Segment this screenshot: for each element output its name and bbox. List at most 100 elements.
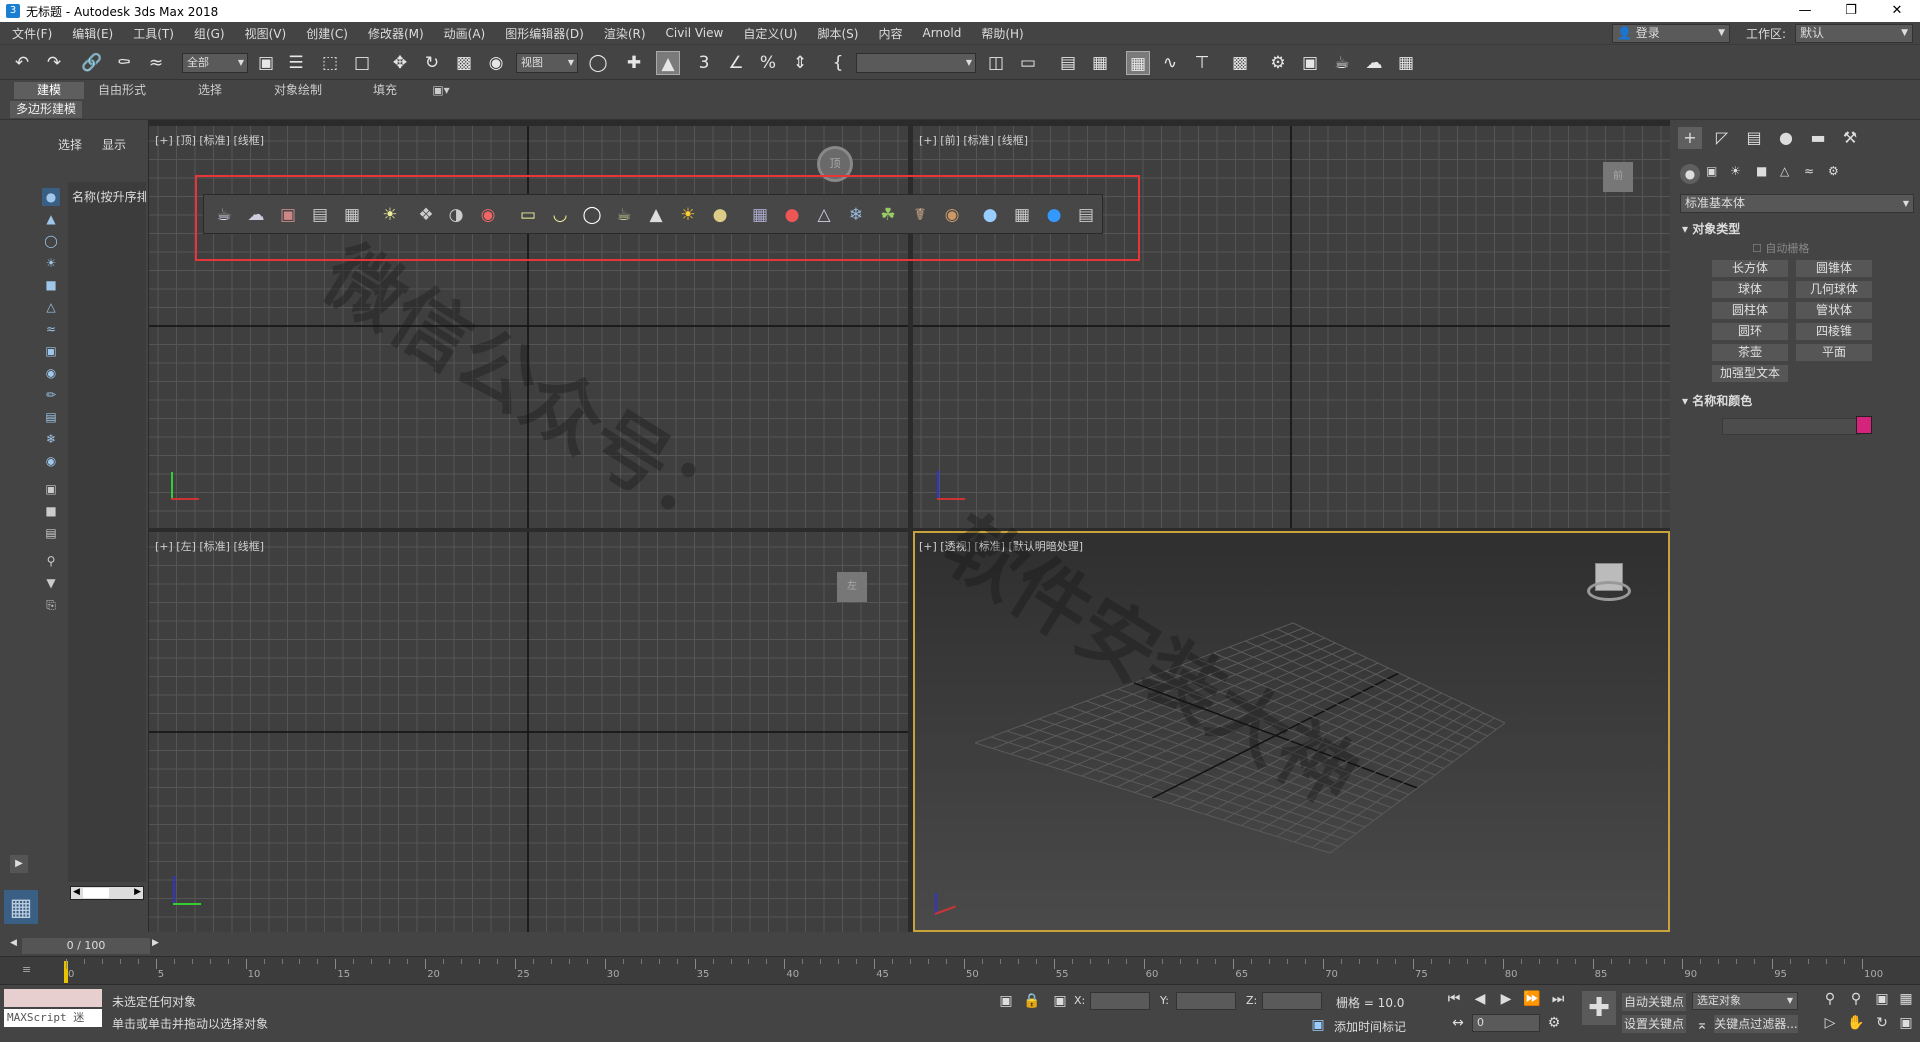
select-scale-icon[interactable]: ▩ bbox=[452, 51, 476, 75]
selection-filter-dropdown[interactable]: 全部 ▼ bbox=[182, 53, 248, 73]
utilities-tab-icon[interactable]: ⚒ bbox=[1838, 127, 1862, 149]
menu-item[interactable]: 动画(A) bbox=[434, 25, 496, 42]
ribbon-options-icon[interactable]: ▣▾ bbox=[426, 82, 456, 99]
render-production-icon[interactable]: ☕ bbox=[1330, 51, 1354, 75]
ref-coord-dropdown[interactable]: 视图 ▼ bbox=[516, 53, 578, 73]
undo-icon[interactable]: ↶ bbox=[10, 51, 34, 75]
display-groups-icon[interactable]: ▣ bbox=[42, 342, 60, 360]
scene-tab-display[interactable]: 显示 bbox=[102, 136, 126, 153]
render-setup-icon[interactable]: ⚙ bbox=[1266, 51, 1290, 75]
pyramid-button[interactable]: 四棱锥 bbox=[1796, 323, 1872, 340]
prev-frame-icon[interactable]: ◀ bbox=[1470, 989, 1490, 1009]
isolate-icon[interactable]: ▣ bbox=[996, 991, 1016, 1011]
time-next-icon[interactable]: ▶ bbox=[152, 938, 159, 948]
tab-populate[interactable]: 填充 bbox=[360, 82, 410, 99]
named-selection-dropdown[interactable]: ▼ bbox=[856, 53, 976, 73]
goto-end-icon[interactable]: ⏭ bbox=[1548, 989, 1568, 1009]
time-config-icon[interactable]: ⚙ bbox=[1544, 1013, 1564, 1033]
object-name-input[interactable] bbox=[1722, 418, 1860, 435]
pivot-center-icon[interactable]: ◯ bbox=[586, 51, 610, 75]
rollout-name-color[interactable]: ▾ 名称和颜色 bbox=[1682, 392, 1752, 409]
bind-space-warp-icon[interactable]: ≈ bbox=[144, 51, 168, 75]
display-shapes-icon[interactable]: ◯ bbox=[42, 232, 60, 250]
zoom-icon[interactable]: ⚲ bbox=[1820, 989, 1840, 1009]
time-prev-icon[interactable]: ◀ bbox=[10, 938, 17, 948]
menu-item[interactable]: 文件(F) bbox=[0, 25, 62, 42]
tab-modeling[interactable]: 建模 bbox=[14, 82, 84, 99]
manipulate-icon[interactable]: ✚ bbox=[622, 51, 646, 75]
edit-named-selection-icon[interactable]: { bbox=[826, 51, 850, 75]
z-coordinate-field[interactable] bbox=[1262, 992, 1322, 1010]
torus-button[interactable]: 圆环 bbox=[1712, 323, 1788, 340]
viewport-left[interactable]: [+] [左] [标准] [线框] 左 bbox=[149, 532, 908, 932]
select-all-icon[interactable]: ▣ bbox=[42, 480, 60, 498]
auto-key-button[interactable]: 自动关键点 bbox=[1622, 993, 1686, 1011]
sync-selection-icon[interactable]: ⚲ bbox=[42, 552, 60, 570]
field-of-view-icon[interactable]: ▷ bbox=[1820, 1013, 1840, 1033]
menu-item[interactable]: 渲染(R) bbox=[594, 25, 656, 42]
maximize-viewport-icon[interactable]: ▣ bbox=[1896, 1013, 1916, 1033]
viewcube-icon[interactable]: 前 bbox=[1603, 162, 1633, 192]
unlink-icon[interactable]: ⚰ bbox=[112, 51, 136, 75]
zoom-extents-icon[interactable]: ▣ bbox=[1872, 989, 1892, 1009]
spacewarps-icon[interactable]: ≈ bbox=[1804, 164, 1814, 178]
tab-freeform[interactable]: 自由形式 bbox=[86, 82, 158, 99]
minimize-icon[interactable]: — bbox=[1782, 0, 1828, 22]
tab-object-paint[interactable]: 对象绘制 bbox=[258, 82, 338, 99]
scene-explorer-icon[interactable]: ▤ bbox=[1056, 51, 1080, 75]
display-geometry-icon[interactable]: ▲ bbox=[42, 210, 60, 228]
box-button[interactable]: 长方体 bbox=[1712, 260, 1788, 277]
select-none-icon[interactable]: ■ bbox=[42, 502, 60, 520]
viewcube-icon[interactable] bbox=[1587, 563, 1631, 603]
select-by-name-icon[interactable]: ☰ bbox=[284, 51, 308, 75]
close-icon[interactable]: ✕ bbox=[1874, 0, 1920, 22]
menu-item[interactable]: 编辑(E) bbox=[62, 25, 123, 42]
maxscript-input[interactable]: MAXScript 迷 bbox=[4, 1009, 102, 1027]
display-tab-icon[interactable]: ▬ bbox=[1806, 127, 1830, 149]
select-move-icon[interactable]: ✥ bbox=[388, 51, 412, 75]
key-filter-dropdown[interactable]: 选定对象 ▼ bbox=[1692, 992, 1798, 1010]
zoom-extents-all-icon[interactable]: ▦ bbox=[1896, 989, 1916, 1009]
tab-selection[interactable]: 选择 bbox=[180, 82, 240, 99]
display-xrefs-icon[interactable]: ◉ bbox=[42, 364, 60, 382]
next-frame-icon[interactable]: ⏩ bbox=[1522, 989, 1542, 1009]
layer-explorer-icon[interactable]: ▦ bbox=[1088, 51, 1112, 75]
motion-tab-icon[interactable]: ● bbox=[1774, 127, 1798, 149]
align-icon[interactable]: ▭ bbox=[1016, 51, 1040, 75]
expand-icon[interactable]: ▶ bbox=[10, 855, 28, 873]
geometry-icon[interactable]: ● bbox=[1680, 164, 1700, 184]
snaps-toggle-icon[interactable]: 3 bbox=[692, 51, 716, 75]
display-spacewarps-icon[interactable]: ≈ bbox=[42, 320, 60, 338]
y-coordinate-field[interactable] bbox=[1176, 992, 1236, 1010]
systems-icon[interactable]: ⚙ bbox=[1828, 164, 1839, 178]
cone-button[interactable]: 圆锥体 bbox=[1796, 260, 1872, 277]
display-helpers-icon[interactable]: △ bbox=[42, 298, 60, 316]
zoom-all-icon[interactable]: ⚲ bbox=[1846, 989, 1866, 1009]
add-time-tag[interactable]: 添加时间标记 bbox=[1334, 1018, 1406, 1035]
create-tab-icon[interactable]: + bbox=[1678, 127, 1702, 149]
menu-item[interactable]: 组(G) bbox=[184, 25, 235, 42]
menu-item[interactable]: 脚本(S) bbox=[807, 25, 868, 42]
window-crossing-icon[interactable]: □ bbox=[350, 51, 374, 75]
goto-start-icon[interactable]: ⏮ bbox=[1444, 989, 1464, 1009]
object-color-swatch[interactable] bbox=[1856, 416, 1872, 434]
restore-icon[interactable]: ❐ bbox=[1828, 0, 1874, 22]
menu-item[interactable]: 内容 bbox=[868, 25, 912, 42]
absolute-mode-icon[interactable]: ▣ bbox=[1050, 991, 1070, 1011]
toggle-ribbon-icon[interactable]: ▦ bbox=[1126, 51, 1150, 75]
display-containers-icon[interactable]: ▤ bbox=[42, 408, 60, 426]
rendered-frame-icon[interactable]: ▣ bbox=[1298, 51, 1322, 75]
filter-icon[interactable]: ▼ bbox=[42, 574, 60, 592]
teapot-button[interactable]: 茶壶 bbox=[1712, 344, 1788, 361]
play-icon[interactable]: ▶ bbox=[1496, 989, 1516, 1009]
rollout-object-type[interactable]: ▾ 对象类型 bbox=[1682, 220, 1740, 237]
lock-icon[interactable]: 🔒 bbox=[1022, 991, 1042, 1011]
mirror-icon[interactable]: ◫ bbox=[984, 51, 1008, 75]
viewport-layout-icon[interactable]: ▦ bbox=[4, 890, 38, 924]
material-editor-icon[interactable]: ▩ bbox=[1228, 51, 1252, 75]
plane-button[interactable]: 平面 bbox=[1796, 344, 1872, 361]
select-object-icon[interactable]: ▣ bbox=[254, 51, 278, 75]
menu-item[interactable]: 修改器(M) bbox=[358, 25, 434, 42]
display-cameras-icon[interactable]: ■ bbox=[42, 276, 60, 294]
schematic-view-icon[interactable]: ⊤ bbox=[1190, 51, 1214, 75]
